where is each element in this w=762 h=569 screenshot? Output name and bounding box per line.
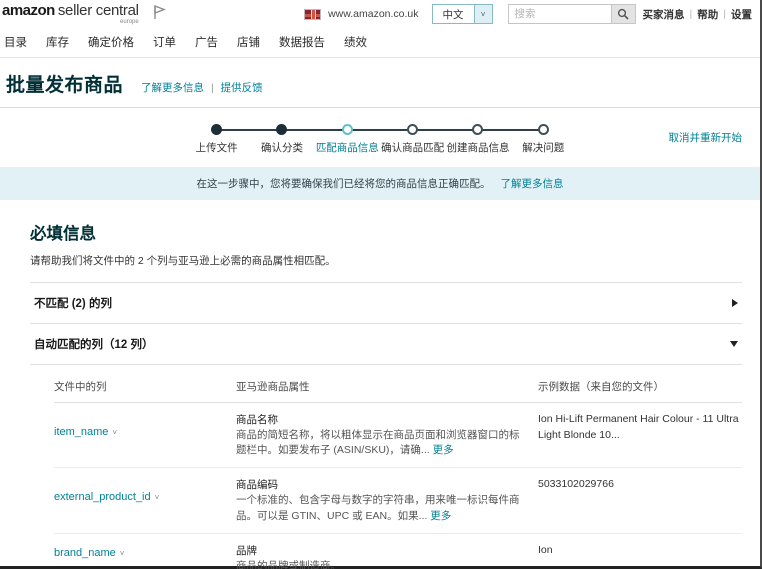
table-row-brand-name: brand_name ˅ 品牌 商品的品牌或制造商。 Ion — [54, 534, 742, 569]
banner-text: 在这一步骤中，您将要确保我们已经将您的商品信息正确匹配。 — [196, 178, 491, 190]
caret-down-icon — [730, 341, 738, 347]
feedback-link[interactable]: 提供反馈 — [221, 82, 263, 94]
matched-columns-table: 文件中的列 亚马逊商品属性 示例数据（来自您的文件） item_name ˅ 商品… — [54, 369, 742, 569]
chevron-down-icon: ˅ — [119, 548, 125, 558]
banner-learn-more-link[interactable]: 了解更多信息 — [501, 176, 564, 191]
progress-stepper: 上传文件 确认分类 匹配商品信息 确认商品匹配 创建商品信息 解决问题 取消并重… — [0, 108, 760, 167]
nav-item-performance[interactable]: 绩效 — [344, 34, 367, 50]
chevron-down-icon: ˅ — [154, 493, 160, 503]
search-button[interactable] — [611, 4, 636, 24]
section-description: 请帮助我们将文件中的 2 个列与亚马逊上必需的商品属性相匹配。 — [30, 255, 336, 267]
chevron-down-icon: ˅ — [112, 428, 118, 437]
nav-item-advertising[interactable]: 广告 — [195, 34, 218, 50]
step-resolve-issues: 解决问题 — [511, 124, 576, 155]
marketplace-url[interactable]: www.amazon.co.uk — [328, 8, 418, 20]
language-selector[interactable]: 中文 ˅ — [431, 4, 493, 24]
step-dot — [341, 124, 353, 135]
logo-region-label: europe — [120, 19, 139, 25]
step-dot — [472, 124, 484, 135]
col-header-file-column: 文件中的列 — [54, 381, 107, 393]
nav-item-stores[interactable]: 店铺 — [237, 34, 260, 50]
language-selected-value: 中文 — [442, 8, 464, 21]
column-dropdown[interactable]: brand_name ˅ — [54, 547, 226, 559]
search-icon — [617, 8, 629, 20]
step-match-product-info: 匹配商品信息 — [315, 124, 380, 155]
settings-link[interactable]: 设置 — [731, 7, 752, 22]
step-dot — [211, 124, 223, 135]
nav-item-pricing[interactable]: 确定价格 — [88, 34, 134, 50]
caret-right-icon — [732, 299, 738, 307]
column-dropdown[interactable]: external_product_id ˅ — [54, 491, 226, 503]
nav-item-inventory[interactable]: 库存 — [46, 34, 69, 50]
step-confirm-match: 确认商品匹配 — [380, 124, 445, 155]
step-create-product-info: 创建商品信息 — [445, 124, 510, 155]
section-heading: 必填信息 — [30, 225, 96, 243]
main-nav: 目录 库存 确定价格 订单 广告 店铺 数据报告 绩效 — [0, 28, 760, 58]
search-input[interactable] — [507, 4, 612, 24]
sample-data: Ion Hi-Lift Permanent Hair Colour - 11 U… — [538, 413, 739, 441]
help-link[interactable]: 帮助 — [697, 7, 718, 22]
step-upload-file: 上传文件 — [184, 124, 249, 155]
logo-amazon-text: amazon — [2, 2, 55, 19]
step-dot — [537, 124, 549, 135]
top-header: amazon seller central europe www.amazon.… — [0, 0, 760, 28]
step-dot — [407, 124, 419, 135]
learn-more-link[interactable]: 了解更多信息 — [141, 82, 204, 94]
col-header-sample-data: 示例数据（来自您的文件） — [538, 381, 664, 393]
table-row-external-product-id: external_product_id ˅ 商品编码 一个标准的、包含字母与数字的… — [54, 468, 742, 534]
nav-item-orders[interactable]: 订单 — [153, 34, 176, 50]
buyer-messages-link[interactable]: 买家消息 — [643, 7, 685, 22]
chevron-down-icon: ˅ — [473, 5, 492, 23]
pennant-flag-icon — [153, 4, 167, 25]
sample-data: 5033102029766 — [538, 478, 614, 491]
more-link[interactable]: 更多 — [433, 444, 454, 456]
step-dot — [276, 124, 288, 135]
table-row-item-name: item_name ˅ 商品名称 商品的简短名称，将以粗体显示在商品页面和浏览器窗… — [54, 403, 742, 469]
cancel-restart-link[interactable]: 取消并重新开始 — [669, 130, 743, 145]
more-link[interactable]: 更多 — [430, 510, 451, 522]
unmatched-columns-accordion[interactable]: 不匹配 (2) 的列 — [30, 283, 742, 324]
column-dropdown[interactable]: item_name ˅ — [54, 426, 226, 438]
nav-item-catalog[interactable]: 目录 — [4, 34, 27, 50]
seller-central-logo[interactable]: amazon seller central europe — [2, 3, 139, 25]
info-banner: 在这一步骤中，您将要确保我们已经将您的商品信息正确匹配。 了解更多信息 — [0, 167, 760, 200]
sample-data: Ion — [538, 543, 553, 556]
col-header-amazon-attr: 亚马逊商品属性 — [236, 381, 310, 393]
uk-flag-icon — [304, 8, 322, 20]
nav-item-reports[interactable]: 数据报告 — [279, 34, 325, 50]
logo-sellercentral-text: seller central — [57, 2, 139, 19]
auto-matched-columns-accordion[interactable]: 自动匹配的列（12 列） — [30, 324, 742, 365]
page-title: 批量发布商品 — [6, 75, 124, 96]
step-confirm-category: 确认分类 — [249, 124, 314, 155]
